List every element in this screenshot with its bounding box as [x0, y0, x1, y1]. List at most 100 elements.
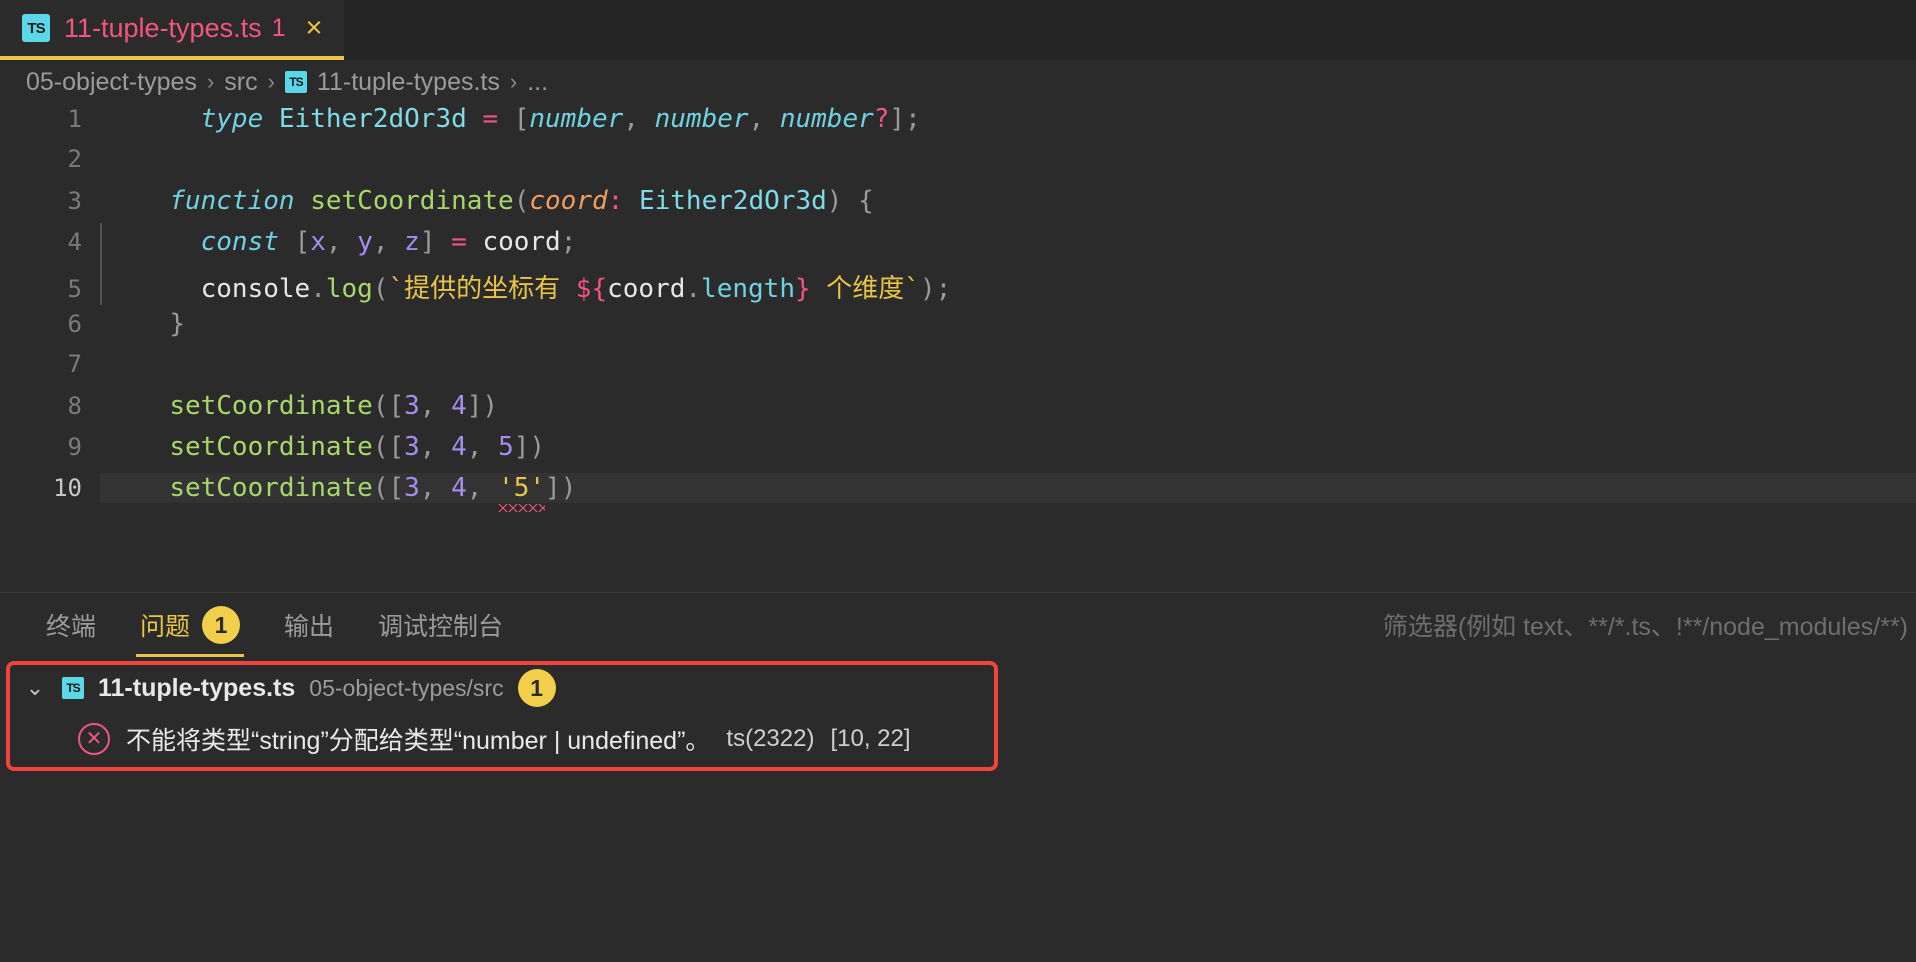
line-number: 5 — [67, 275, 82, 303]
breadcrumb-item-src[interactable]: src — [224, 68, 257, 97]
code-token: setCoordinate — [310, 186, 514, 216]
code-line[interactable]: 7 — [0, 350, 1916, 391]
code-line[interactable]: 5 console.log(`提供的坐标有 ${coord.length} 个维… — [0, 264, 1916, 309]
panel-tab-label: 输出 — [284, 613, 335, 641]
code-token: [ — [388, 432, 405, 462]
code-token: setCoordinate — [169, 473, 373, 503]
error-token: '5' — [498, 473, 546, 503]
close-icon[interactable]: × — [306, 13, 323, 43]
code-token: ) — [919, 274, 936, 304]
code-token: setCoordinate — [169, 391, 373, 421]
code-token: ) — [826, 186, 843, 216]
code-line[interactable]: 4 const [x, y, z] = coord; — [0, 223, 1916, 268]
panel-tab-3[interactable]: 调试控制台 — [356, 593, 525, 657]
code-token: 5 — [498, 432, 514, 462]
code-token: 个维度` — [810, 274, 920, 304]
tab-label: 11-tuple-types.ts — [64, 12, 262, 43]
code-token: ) — [529, 432, 546, 462]
code-token: z — [404, 227, 420, 257]
code-token: , — [372, 227, 405, 257]
chevron-down-icon[interactable]: ⌄ — [22, 675, 48, 701]
breadcrumb-item-file[interactable]: 11-tuple-types.ts — [317, 68, 500, 97]
code-token: length — [701, 274, 795, 304]
code-editor[interactable]: 1 type Either2dOr3d = [number, number, n… — [0, 104, 1916, 592]
code-token: , — [466, 473, 499, 503]
line-number: 2 — [67, 145, 82, 173]
code-line[interactable]: 1 type Either2dOr3d = [number, number, n… — [0, 104, 1916, 145]
code-token: , — [748, 104, 780, 134]
code-line[interactable]: 6 } — [0, 309, 1916, 350]
code-text: function setCoordinate(coord: Either2dOr… — [100, 186, 1916, 216]
bottom-panel: 终端 问题 1 输出 调试控制台 筛选器(例如 text、**/*.ts、!**/node… — [0, 592, 1916, 962]
typescript-file-icon: TS — [62, 677, 84, 699]
line-number: 10 — [53, 474, 82, 502]
code-token: Either2dOr3d — [278, 104, 467, 134]
code-token: coord — [529, 186, 608, 216]
typescript-file-icon: TS — [284, 71, 307, 93]
breadcrumb-item-folder[interactable]: 05-object-types — [26, 68, 197, 97]
panel-tab-0[interactable]: 终端 — [24, 593, 118, 657]
code-token: . — [310, 274, 326, 304]
code-token: ${ — [575, 274, 608, 304]
chevron-right-icon: › — [206, 69, 215, 94]
code-token: log — [325, 274, 373, 304]
panel-tab-bar: 终端 问题 1 输出 调试控制台 筛选器(例如 text、**/*.ts、!**/node… — [0, 593, 1916, 657]
code-line[interactable]: 9 setCoordinate([3, 4, 5]) — [0, 432, 1916, 473]
tab-error-count: 1 — [271, 13, 286, 42]
editor-tab-bar: TS 11-tuple-types.ts 1 × — [0, 0, 1916, 60]
line-number: 4 — [67, 228, 82, 256]
problem-file-row[interactable]: ⌄ TS 11-tuple-types.ts 05-object-types/s… — [0, 663, 1916, 713]
code-text: setCoordinate([3, 4, 5]) — [100, 432, 1916, 462]
panel-tab-2[interactable]: 输出 — [262, 593, 356, 657]
code-token: ] — [513, 432, 530, 462]
breadcrumb-item-symbols[interactable]: ... — [527, 68, 548, 97]
code-token: = — [451, 227, 467, 257]
problems-filter-input[interactable]: 筛选器(例如 text、**/*.ts、!**/node_modules/**) — [1383, 593, 1916, 657]
panel-tab-label: 问题 — [140, 613, 191, 641]
code-token: ] — [466, 391, 483, 421]
code-token: 3 — [404, 391, 420, 421]
code-token: 3 — [404, 473, 420, 503]
panel-tab-badge: 1 — [202, 606, 241, 644]
code-token: , — [419, 432, 452, 462]
code-line[interactable]: 2 — [0, 145, 1916, 186]
code-token: number — [529, 104, 624, 134]
code-line[interactable]: 8 setCoordinate([3, 4]) — [0, 391, 1916, 432]
code-token: y — [357, 227, 373, 257]
code-text: const [x, y, z] = coord; — [100, 223, 1916, 264]
panel-tab-label: 终端 — [46, 613, 97, 641]
breadcrumb: 05-object-types › src › TS 11-tuple-type… — [0, 60, 1916, 104]
code-token: 4 — [451, 391, 467, 421]
code-token: `提供的坐标有 — [388, 274, 576, 304]
code-token: ; — [935, 274, 952, 304]
code-token: , — [623, 104, 655, 134]
code-token: ] — [545, 473, 561, 503]
code-text: type Either2dOr3d = [number, number, num… — [100, 104, 1916, 134]
code-token: ; — [560, 227, 577, 257]
code-text: setCoordinate([3, 4, '5']) — [100, 473, 1916, 503]
code-token: ? — [873, 104, 890, 134]
chevron-right-icon: › — [267, 69, 275, 94]
problem-item-row[interactable]: ✕ 不能将类型“string”分配给类型“number | undefined”… — [0, 713, 1916, 765]
editor-tab-11-tuple-types[interactable]: TS 11-tuple-types.ts 1 × — [0, 0, 345, 60]
panel-tab-1[interactable]: 问题 1 — [118, 593, 262, 657]
problem-message: 不能将类型“string”分配给类型“number | undefined”。 — [126, 727, 711, 755]
code-token: } — [794, 274, 811, 304]
code-token: function — [169, 186, 295, 216]
line-number: 1 — [67, 105, 82, 133]
code-token: ] — [419, 227, 436, 257]
code-token: ( — [372, 432, 389, 462]
code-line[interactable]: 3 function setCoordinate(coord: Either2d… — [0, 186, 1916, 227]
code-line[interactable]: 10 setCoordinate([3, 4, '5']) — [0, 473, 1916, 514]
code-token: setCoordinate — [169, 432, 373, 462]
